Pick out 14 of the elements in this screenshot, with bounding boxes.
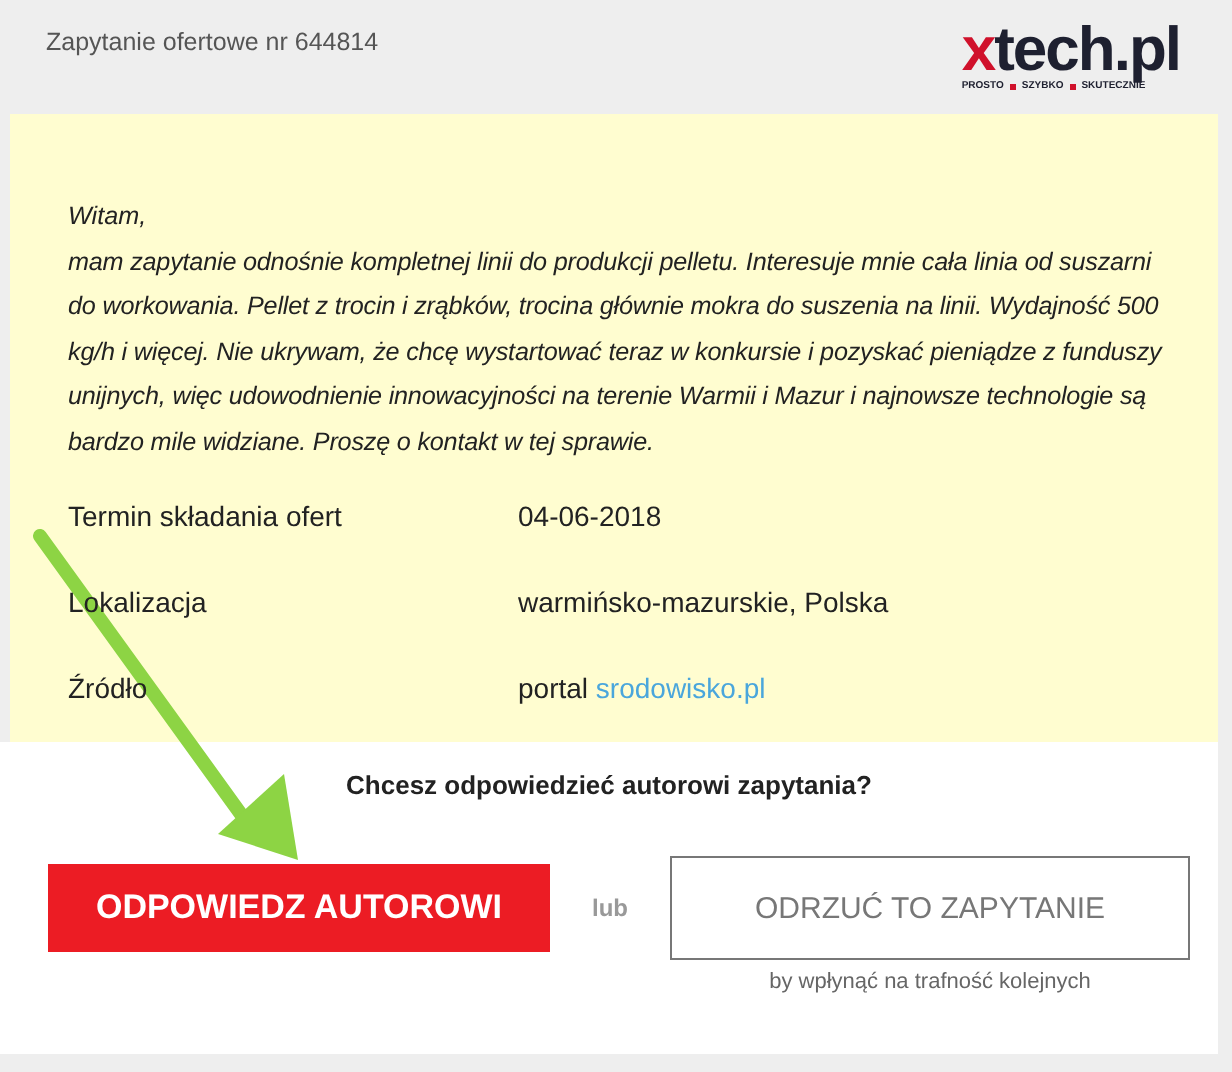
greeting-text: Witam, bbox=[68, 200, 149, 234]
reject-note: by wpłynąć na trafność kolejnych bbox=[769, 970, 1091, 994]
detail-value: portal bbox=[518, 672, 589, 704]
source-link[interactable]: srodowisko.pl bbox=[595, 672, 766, 704]
detail-value: warmińsko-mazurskie, Polska bbox=[518, 586, 891, 620]
question-text: Chcesz odpowiedzieć autorowi zapytania? bbox=[346, 770, 872, 800]
or-text: lub bbox=[592, 894, 628, 922]
detail-label: Termin składania ofert bbox=[68, 500, 342, 534]
detail-value: 04-06-2018 bbox=[518, 500, 664, 534]
message-text: mam zapytanie odnośnie kompletnej linii do produkcji pelletu. Interesuje mnie cała linia od suszarni do workowania. Pellet z trocin i zrąbków, trocina głównie mokra do suszenia na linii. Wydajność 500 kg/h i więcej. Nie ukrywam, że chcę wystartować teraz w konkursie i pozyskać pieniądze z funduszy unijnych, więc udowodnienie innowacyjności na terenie Warmii i Mazur i najnowsze technologie są bardzo mile widziane. Proszę o kontakt w tej sprawie. bbox=[68, 245, 1162, 460]
page-title: Zapytanie ofertowe nr 644814 bbox=[46, 28, 379, 56]
reject-button[interactable]: ODRZUĆ TO ZAPYTANIE bbox=[670, 856, 1190, 960]
detail-label: Źródło bbox=[68, 672, 148, 706]
reply-button[interactable]: ODPOWIEDZ AUTOROWI bbox=[48, 864, 550, 952]
